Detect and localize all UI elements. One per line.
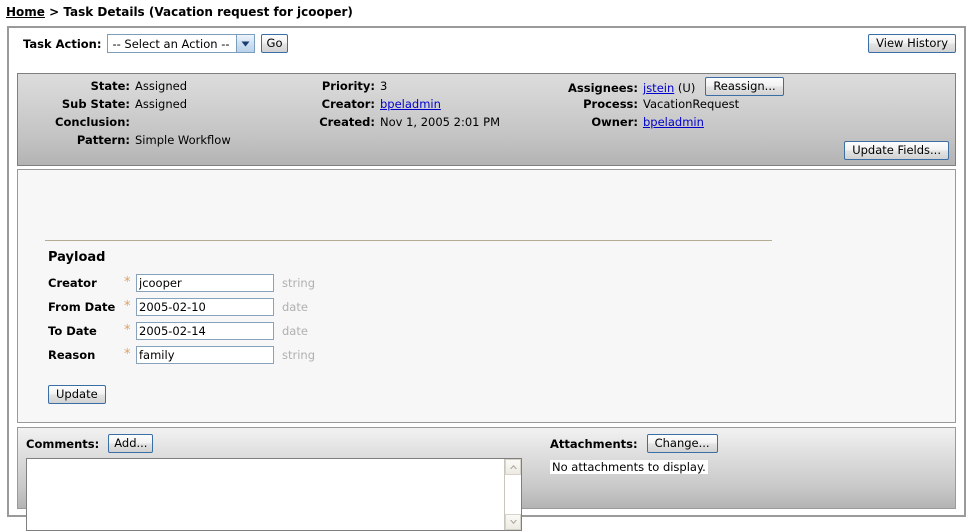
task-action-label: Task Action: bbox=[23, 36, 102, 51]
info-row-owner: Owner: bpeladmin bbox=[548, 115, 955, 133]
task-details-panel: Task Action: -- Select an Action -- Go V… bbox=[7, 26, 966, 531]
payload-input-creator[interactable] bbox=[136, 274, 274, 292]
attachments-empty-message: No attachments to display. bbox=[550, 460, 708, 474]
info-key-state: State: bbox=[90, 79, 130, 93]
payload-field-from-date: From Date * date bbox=[48, 295, 315, 319]
info-value-assignees: jstein (U) bbox=[643, 81, 695, 95]
reassign-button[interactable]: Reassign... bbox=[705, 77, 784, 96]
payload-label-reason: Reason bbox=[48, 348, 96, 362]
update-fields-button-wrap: Update Fields... bbox=[844, 141, 949, 160]
required-indicator-icon: * bbox=[124, 347, 131, 362]
go-button[interactable]: Go bbox=[260, 34, 289, 53]
task-info-column-left: State: Assigned Sub State: Assigned Conc… bbox=[18, 79, 283, 151]
scroll-down-icon[interactable] bbox=[505, 514, 521, 530]
comments-attachments-section: Comments: Add... Attachments: Change... … bbox=[17, 427, 956, 531]
info-row-priority: Priority: 3 bbox=[283, 79, 548, 97]
comments-textarea[interactable] bbox=[27, 459, 504, 530]
comments-textarea-wrap[interactable] bbox=[26, 458, 522, 531]
payload-divider bbox=[45, 240, 772, 241]
required-indicator-icon: * bbox=[124, 275, 131, 290]
info-row-conclusion: Conclusion: bbox=[18, 115, 283, 133]
info-key-owner: Owner: bbox=[591, 115, 638, 129]
owner-user-link[interactable]: bpeladmin bbox=[643, 115, 704, 129]
assignee-user-link[interactable]: jstein bbox=[643, 81, 674, 95]
info-row-pattern: Pattern: Simple Workflow bbox=[18, 133, 283, 151]
info-value-owner: bpeladmin bbox=[643, 115, 704, 129]
payload-input-from-date[interactable] bbox=[136, 298, 274, 316]
attachments-label: Attachments: bbox=[550, 436, 638, 451]
payload-form: Creator * string From Date * date To Dat… bbox=[48, 271, 315, 367]
update-button[interactable]: Update bbox=[48, 385, 106, 404]
chevron-down-icon[interactable] bbox=[235, 35, 254, 52]
view-history-button[interactable]: View History bbox=[868, 34, 956, 53]
breadcrumb-current-page: Task Details (Vacation request for jcoop… bbox=[63, 5, 353, 19]
payload-label-to-date: To Date bbox=[48, 324, 97, 338]
attachments-pane: Attachments: Change... No attachments to… bbox=[538, 428, 955, 508]
task-action-select[interactable]: -- Select an Action -- bbox=[107, 34, 255, 53]
info-value-sub-state: Assigned bbox=[135, 97, 188, 111]
payload-type-creator: string bbox=[282, 276, 316, 290]
payload-type-from-date: date bbox=[282, 300, 308, 314]
task-info-panel: State: Assigned Sub State: Assigned Conc… bbox=[17, 73, 956, 166]
info-key-process: Process: bbox=[583, 97, 638, 111]
task-info-column-middle: Priority: 3 Creator: bpeladmin Created: … bbox=[283, 79, 548, 151]
update-fields-button[interactable]: Update Fields... bbox=[844, 141, 949, 160]
change-attachments-button[interactable]: Change... bbox=[646, 434, 718, 453]
task-action-bar: Task Action: -- Select an Action -- Go V… bbox=[9, 28, 964, 59]
info-row-creator: Creator: bpeladmin bbox=[283, 97, 548, 115]
payload-input-reason[interactable] bbox=[136, 346, 274, 364]
payload-type-reason: string bbox=[282, 348, 316, 362]
info-value-state: Assigned bbox=[135, 79, 188, 93]
attachments-header: Attachments: Change... bbox=[550, 433, 955, 454]
breadcrumb-home-link[interactable]: Home bbox=[6, 5, 45, 19]
add-comment-button[interactable]: Add... bbox=[108, 434, 154, 453]
info-key-created: Created: bbox=[319, 115, 375, 129]
breadcrumb-separator: > bbox=[44, 5, 64, 19]
info-key-sub-state: Sub State: bbox=[61, 97, 130, 111]
reassign-button-wrap: Reassign... bbox=[705, 77, 784, 96]
info-key-pattern: Pattern: bbox=[76, 133, 130, 147]
payload-type-to-date: date bbox=[282, 324, 308, 338]
info-value-process: VacationRequest bbox=[643, 97, 740, 111]
info-value-creator: bpeladmin bbox=[380, 97, 441, 111]
info-value-priority: 3 bbox=[380, 79, 388, 93]
payload-field-creator: Creator * string bbox=[48, 271, 315, 295]
info-value-pattern: Simple Workflow bbox=[135, 133, 231, 147]
scrollbar-track[interactable] bbox=[505, 475, 521, 514]
info-value-created: Nov 1, 2005 2:01 PM bbox=[380, 115, 500, 129]
info-row-assignees: Assignees: jstein (U) Reassign... bbox=[548, 77, 955, 97]
breadcrumb: Home > Task Details (Vacation request fo… bbox=[0, 0, 975, 19]
payload-field-to-date: To Date * date bbox=[48, 319, 315, 343]
comments-label: Comments: bbox=[26, 436, 100, 451]
comments-header: Comments: Add... bbox=[26, 433, 538, 454]
info-key-assignees: Assignees: bbox=[568, 81, 638, 95]
required-indicator-icon: * bbox=[124, 299, 131, 314]
info-row-state: State: Assigned bbox=[18, 79, 283, 97]
info-key-priority: Priority: bbox=[321, 79, 375, 93]
payload-heading: Payload bbox=[48, 250, 106, 265]
info-row-created: Created: Nov 1, 2005 2:01 PM bbox=[283, 115, 548, 133]
scroll-up-icon[interactable] bbox=[505, 459, 521, 475]
payload-label-from-date: From Date bbox=[48, 300, 116, 314]
info-row-sub-state: Sub State: Assigned bbox=[18, 97, 283, 115]
payload-label-creator: Creator bbox=[48, 276, 97, 290]
creator-user-link[interactable]: bpeladmin bbox=[380, 97, 441, 111]
info-row-process: Process: VacationRequest bbox=[548, 97, 955, 115]
comments-pane: Comments: Add... bbox=[18, 428, 538, 531]
task-action-select-value: -- Select an Action -- bbox=[112, 37, 230, 51]
task-info-grid: State: Assigned Sub State: Assigned Conc… bbox=[18, 74, 955, 151]
assignee-type-suffix: (U) bbox=[677, 81, 696, 95]
update-button-wrap: Update bbox=[48, 385, 106, 404]
info-key-creator: Creator: bbox=[321, 97, 375, 111]
payload-input-to-date[interactable] bbox=[136, 322, 274, 340]
info-key-conclusion: Conclusion: bbox=[55, 115, 130, 129]
comments-scrollbar[interactable] bbox=[504, 459, 521, 530]
payload-field-reason: Reason * string bbox=[48, 343, 315, 367]
required-indicator-icon: * bbox=[124, 323, 131, 338]
payload-section: Payload Creator * string From Date * dat… bbox=[17, 169, 956, 423]
